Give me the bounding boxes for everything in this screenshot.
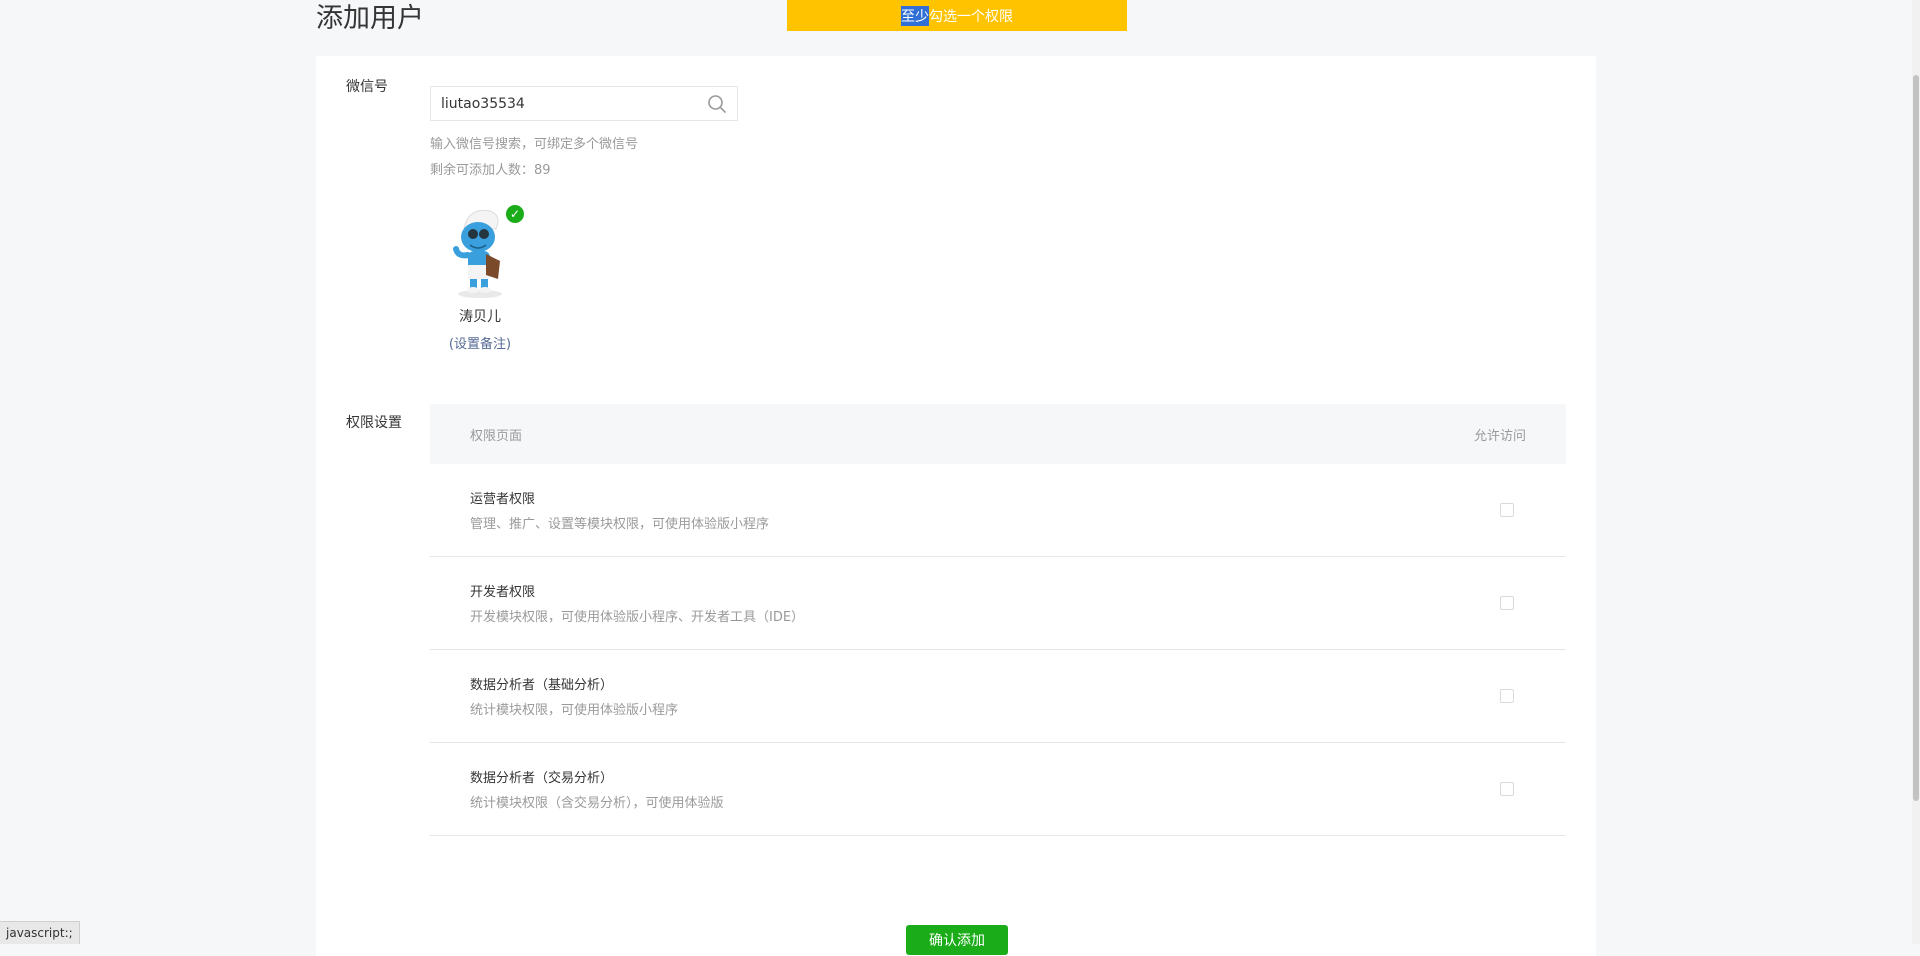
scrollbar-thumb[interactable] — [1913, 75, 1919, 801]
permission-row-trade-analyst: 数据分析者（交易分析） 统计模块权限（含交易分析），可使用体验版 — [430, 743, 1566, 836]
header-allow-access: 允许访问 — [1473, 428, 1526, 444]
wechat-search-box[interactable] — [430, 86, 738, 121]
basic-analyst-permission-checkbox[interactable] — [1500, 689, 1514, 703]
search-icon[interactable] — [707, 94, 727, 114]
permission-row-operator: 运营者权限 管理、推广、设置等模块权限，可使用体验版小程序 — [430, 464, 1566, 557]
warning-toast: 至少 勾选一个权限 — [787, 0, 1127, 31]
selected-user-card[interactable]: ✓ — [430, 199, 530, 299]
trade-analyst-permission-checkbox[interactable] — [1500, 782, 1514, 796]
set-remark-link[interactable]: (设置备注) — [430, 333, 530, 352]
confirm-add-button[interactable]: 确认添加 — [906, 925, 1008, 955]
search-hint: 输入微信号搜索，可绑定多个微信号 — [430, 137, 639, 152]
page-scrollbar[interactable] — [1912, 0, 1920, 944]
developer-permission-checkbox[interactable] — [1500, 596, 1514, 610]
permission-title: 数据分析者（交易分析） — [470, 771, 614, 786]
permission-table-header: 权限页面 允许访问 — [430, 404, 1566, 464]
permission-title: 数据分析者（基础分析） — [470, 678, 614, 693]
remaining-count: 剩余可添加人数：89 — [430, 163, 551, 178]
selected-check-icon: ✓ — [506, 205, 524, 223]
permission-title: 运营者权限 — [470, 492, 536, 507]
user-nickname: 涛贝儿 — [459, 309, 501, 325]
operator-permission-checkbox[interactable] — [1500, 503, 1514, 517]
permission-desc: 管理、推广、设置等模块权限，可使用体验版小程序 — [470, 517, 770, 532]
page-title: 添加用户 — [316, 3, 424, 34]
toast-text: 勾选一个权限 — [929, 8, 1013, 25]
wechat-id-label: 微信号 — [346, 79, 388, 95]
permission-title: 开发者权限 — [470, 585, 536, 600]
permission-row-basic-analyst: 数据分析者（基础分析） 统计模块权限，可使用体验版小程序 — [430, 650, 1566, 743]
browser-status-bar: javascript:; — [0, 921, 80, 944]
permission-row-developer: 开发者权限 开发模块权限，可使用体验版小程序、开发者工具（IDE） — [430, 557, 1566, 650]
wechat-search-input[interactable] — [431, 87, 701, 120]
add-user-card: 微信号 输入微信号搜索，可绑定多个微信号 剩余可添加人数：89 — [316, 56, 1596, 956]
permission-desc: 统计模块权限（含交易分析），可使用体验版 — [470, 796, 724, 811]
permission-desc: 统计模块权限，可使用体验版小程序 — [470, 703, 679, 718]
permission-settings-label: 权限设置 — [346, 415, 402, 431]
permission-table: 权限页面 允许访问 运营者权限 管理、推广、设置等模块权限，可使用体验版小程序 … — [430, 404, 1566, 836]
toast-selected-text: 至少 — [901, 5, 929, 26]
header-permission-page: 权限页面 — [470, 428, 523, 444]
permission-desc: 开发模块权限，可使用体验版小程序、开发者工具（IDE） — [470, 610, 805, 625]
